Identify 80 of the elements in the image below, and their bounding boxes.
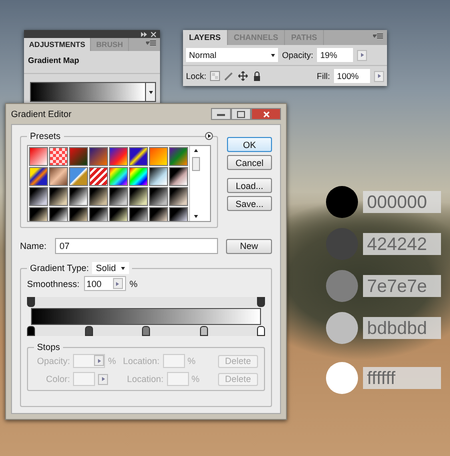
scrollbar[interactable] — [189, 146, 202, 221]
gradient-preset[interactable] — [129, 147, 148, 166]
hex-code: 000000 — [363, 191, 441, 213]
unit-label: % — [188, 356, 196, 366]
opacity-label: Opacity: — [282, 50, 314, 60]
unit-label: % — [108, 356, 116, 366]
gradient-preset[interactable] — [169, 167, 188, 186]
group-label: Presets — [29, 131, 62, 141]
dialog-button[interactable]: Load... — [226, 178, 272, 193]
color-stop[interactable] — [200, 326, 208, 336]
gradient-preset[interactable] — [169, 187, 188, 206]
color-stop[interactable] — [84, 326, 92, 336]
menu-icon[interactable] — [204, 132, 213, 140]
gradient-preset[interactable] — [129, 187, 148, 206]
smoothness-label: Smoothness: — [27, 278, 80, 288]
gradient-preset[interactable] — [109, 187, 128, 206]
gradient-preset[interactable] — [49, 187, 68, 206]
gradient-preset[interactable] — [49, 207, 68, 221]
color-stop[interactable] — [27, 326, 35, 336]
name-label: Name: — [20, 241, 47, 251]
gradient-dropdown[interactable] — [30, 82, 156, 102]
name-field[interactable]: 07 — [54, 238, 218, 254]
hex-code: 7e7e7e — [363, 275, 441, 297]
blend-mode-dropdown[interactable]: Normal — [186, 48, 278, 62]
dialog-title: Gradient Editor — [11, 109, 73, 119]
lock-label: Lock: — [186, 71, 206, 81]
hex-code: bdbdbd — [363, 317, 441, 339]
maximize-icon — [237, 110, 245, 118]
unit-label: % — [192, 374, 200, 384]
dialog-button[interactable]: OK — [226, 137, 272, 152]
group-label: Stops — [36, 342, 62, 352]
dialog-button[interactable]: Save... — [226, 196, 272, 211]
gradient-preset[interactable] — [29, 187, 48, 206]
fill-field[interactable]: 100% — [334, 69, 370, 83]
gradient-preset[interactable] — [69, 207, 88, 221]
brush-icon[interactable] — [224, 71, 234, 81]
minimize-icon — [217, 112, 225, 116]
gradient-type-dropdown[interactable]: Solid — [92, 262, 129, 274]
fill-stepper[interactable] — [374, 70, 384, 82]
gradient-preset[interactable] — [29, 167, 48, 186]
gradient-type-label: Gradient Type: — [30, 263, 89, 273]
maximize-button[interactable] — [231, 108, 251, 120]
close-icon — [262, 110, 270, 118]
hex-code: 424242 — [363, 233, 441, 255]
opacity-stop[interactable] — [257, 297, 265, 307]
lock-icon[interactable] — [252, 71, 262, 81]
panel-tab[interactable]: LAYERS — [183, 30, 228, 45]
gradient-preset[interactable] — [89, 207, 108, 221]
opacity-stepper[interactable] — [357, 50, 368, 60]
gradient-preset[interactable] — [129, 207, 148, 221]
opacity-field[interactable]: 19% — [317, 48, 354, 62]
panel-title: Gradient Map — [24, 51, 160, 74]
location-label: Location: — [127, 374, 164, 384]
field-label: Color: — [44, 374, 70, 384]
move-icon[interactable] — [238, 71, 248, 81]
unit-label: % — [130, 278, 138, 288]
gradient-preset[interactable] — [169, 207, 188, 221]
minimize-button[interactable] — [211, 108, 231, 120]
gradient-preset[interactable] — [149, 167, 168, 186]
gradient-preset[interactable] — [129, 167, 148, 186]
close-button[interactable] — [251, 108, 281, 120]
gradient-preset[interactable] — [69, 187, 88, 206]
color-stop[interactable] — [257, 326, 265, 336]
fill-label: Fill: — [316, 71, 330, 81]
gradient-preset[interactable] — [149, 207, 168, 221]
smoothness-field[interactable]: 100 — [84, 276, 126, 291]
gradient-bar[interactable] — [31, 308, 261, 325]
gradient-preset[interactable] — [29, 207, 48, 221]
gradient-preset[interactable] — [89, 187, 108, 206]
color-stop[interactable] — [142, 326, 150, 336]
opacity-stop[interactable] — [27, 297, 35, 307]
close-icon[interactable] — [151, 32, 156, 36]
checkerboard-icon[interactable] — [210, 71, 220, 81]
field-label: Opacity: — [36, 356, 70, 366]
new-button[interactable]: New — [226, 238, 272, 254]
dialog-button[interactable]: Cancel — [226, 155, 272, 170]
hex-code: ffffff — [363, 367, 441, 389]
gradient-preset[interactable] — [109, 207, 128, 221]
location-label: Location: — [123, 356, 160, 366]
gradient-preset[interactable] — [149, 187, 168, 206]
